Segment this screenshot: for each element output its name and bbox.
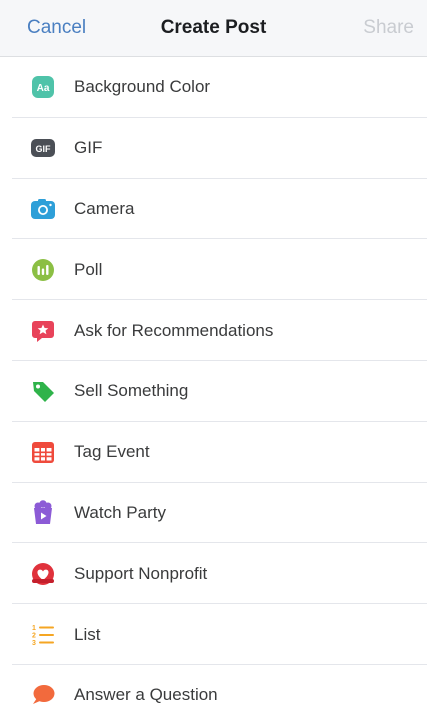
svg-text:1: 1 (32, 625, 36, 632)
option-gif[interactable]: GIF GIF (0, 118, 427, 179)
option-list[interactable]: 1 2 3 List (0, 604, 427, 665)
option-watch-party[interactable]: Watch Party (0, 483, 427, 544)
header-bar: Cancel Create Post Share (0, 0, 427, 57)
nonprofit-heart-icon (30, 561, 56, 587)
background-color-icon: Aa (30, 74, 56, 100)
calendar-icon (30, 439, 56, 465)
option-label: List (74, 624, 101, 644)
option-camera[interactable]: Camera (0, 179, 427, 240)
option-label: Answer a Question (74, 685, 218, 705)
popcorn-icon (30, 500, 56, 526)
svg-text:3: 3 (32, 640, 36, 647)
recommendations-icon (30, 318, 56, 344)
option-label: Camera (74, 198, 135, 218)
cancel-button[interactable]: Cancel (27, 17, 86, 39)
option-background-color[interactable]: Aa Background Color (0, 57, 427, 118)
option-label: Tag Event (74, 442, 150, 462)
numbered-list-icon: 1 2 3 (30, 622, 56, 648)
speech-bubble-icon (30, 682, 56, 708)
option-label: Support Nonprofit (74, 563, 208, 583)
option-label: Background Color (74, 77, 211, 97)
option-ask-for-recommendations[interactable]: Ask for Recommendations (0, 300, 427, 361)
option-label: Poll (74, 259, 103, 279)
price-tag-icon (30, 378, 56, 404)
poll-icon (30, 257, 56, 283)
svg-text:GIF: GIF (36, 144, 52, 154)
option-poll[interactable]: Poll (0, 239, 427, 300)
svg-text:2: 2 (32, 632, 36, 639)
post-options-list: Aa Background Color GIF GIF Camera Poll … (0, 57, 427, 726)
gif-icon: GIF (30, 135, 56, 161)
option-support-nonprofit[interactable]: Support Nonprofit (0, 543, 427, 604)
option-label: Watch Party (74, 502, 166, 522)
option-label: Sell Something (74, 381, 189, 401)
option-sell-something[interactable]: Sell Something (0, 361, 427, 422)
option-label: Ask for Recommendations (74, 320, 274, 340)
share-button[interactable]: Share (363, 17, 414, 39)
svg-text:Aa: Aa (37, 83, 50, 94)
option-tag-event[interactable]: Tag Event (0, 422, 427, 483)
camera-icon (30, 196, 56, 222)
option-label: GIF (74, 138, 103, 158)
